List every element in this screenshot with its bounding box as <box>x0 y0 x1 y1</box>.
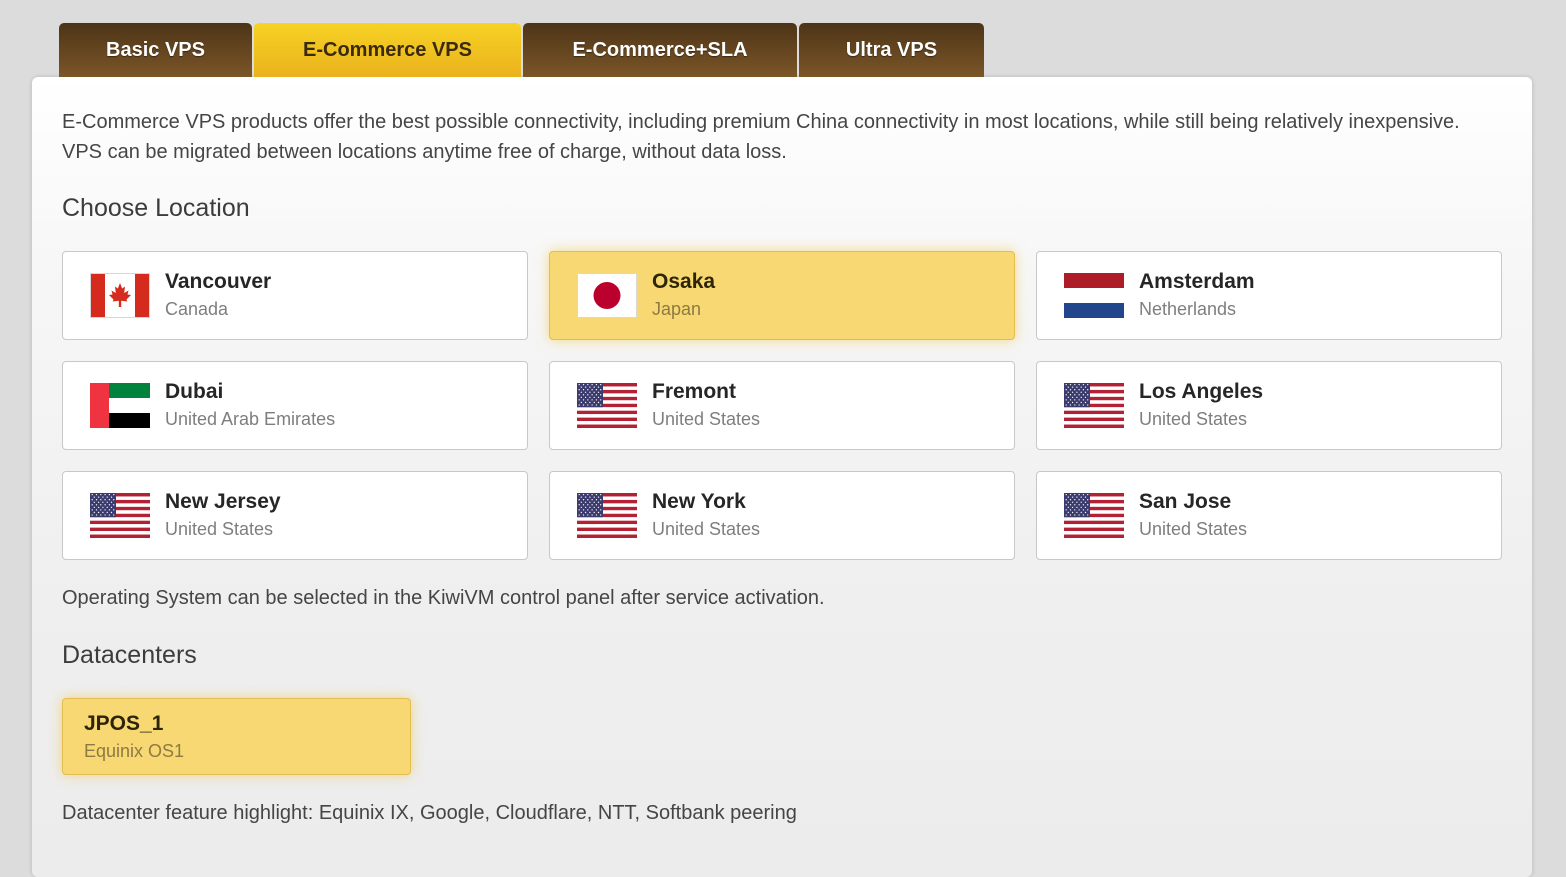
datacenter-feature-note: Datacenter feature highlight: Equinix IX… <box>62 802 797 824</box>
location-country: Japan <box>652 299 702 319</box>
usa-flag-icon <box>577 493 637 538</box>
location-card-amsterdam[interactable]: Amsterdam Netherlands <box>1036 251 1502 340</box>
tab-ecommerce-vps[interactable]: E-Commerce VPS <box>254 23 521 77</box>
location-city: Fremont <box>652 380 736 403</box>
location-country: United States <box>652 519 761 539</box>
location-card-osaka[interactable]: Osaka Japan <box>549 251 1015 340</box>
location-card-dubai[interactable]: Dubai United Arab Emirates <box>62 361 528 450</box>
location-city: San Jose <box>1139 490 1232 513</box>
location-country: United States <box>1139 519 1248 539</box>
location-country: United Arab Emirates <box>165 409 336 429</box>
location-country: United States <box>1139 409 1248 429</box>
location-card-new-jersey[interactable]: New Jersey United States <box>62 471 528 560</box>
tab-ultra-vps[interactable]: Ultra VPS <box>799 23 984 77</box>
usa-flag-icon <box>1064 383 1124 428</box>
choose-location-heading: Choose Location <box>62 194 250 222</box>
os-selection-note: Operating System can be selected in the … <box>62 587 825 609</box>
location-card-fremont[interactable]: Fremont United States <box>549 361 1015 450</box>
location-country: Netherlands <box>1139 299 1237 319</box>
usa-flag-icon <box>1064 493 1124 538</box>
datacenter-facility: Equinix OS1 <box>84 741 185 761</box>
location-city: Dubai <box>165 380 224 403</box>
location-city: Osaka <box>652 270 716 293</box>
location-country: Canada <box>165 299 229 319</box>
location-city: Los Angeles <box>1139 380 1264 403</box>
canada-flag-icon <box>90 273 150 318</box>
uae-flag-icon <box>90 383 150 428</box>
location-city: New Jersey <box>165 490 281 513</box>
datacenter-name: JPOS_1 <box>84 712 164 735</box>
location-card-san-jose[interactable]: San Jose United States <box>1036 471 1502 560</box>
location-country: United States <box>165 519 274 539</box>
usa-flag-icon <box>577 383 637 428</box>
netherlands-flag-icon <box>1064 273 1124 318</box>
tab-ecommerce-sla[interactable]: E-Commerce+SLA <box>523 23 797 77</box>
location-city: Vancouver <box>165 270 272 293</box>
location-card-new-york[interactable]: New York United States <box>549 471 1015 560</box>
product-tabs: Basic VPS E-Commerce VPS E-Commerce+SLA … <box>59 23 986 77</box>
location-city: Amsterdam <box>1139 270 1255 293</box>
location-city: New York <box>652 490 746 513</box>
datacenters-heading: Datacenters <box>62 641 197 669</box>
datacenter-card-jpos1[interactable]: JPOS_1 Equinix OS1 <box>62 698 411 775</box>
product-description: E-Commerce VPS products offer the best p… <box>62 111 1460 163</box>
location-card-vancouver[interactable]: Vancouver Canada <box>62 251 528 340</box>
usa-flag-icon <box>90 493 150 538</box>
location-card-los-angeles[interactable]: Los Angeles United States <box>1036 361 1502 450</box>
location-country: United States <box>652 409 761 429</box>
tab-basic-vps[interactable]: Basic VPS <box>59 23 252 77</box>
japan-flag-icon <box>577 273 637 318</box>
